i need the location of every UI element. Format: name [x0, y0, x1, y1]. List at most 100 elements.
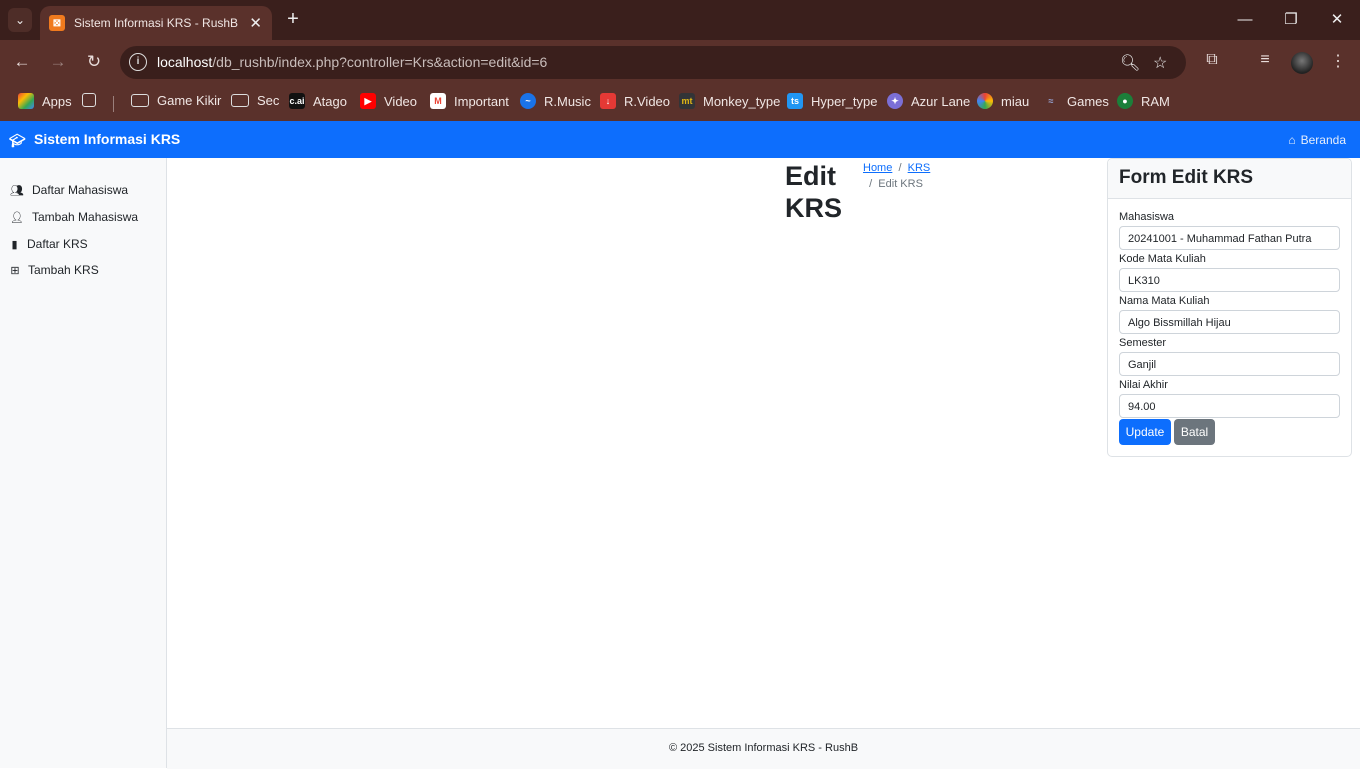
- plus-square-icon: ⊞: [10, 264, 20, 277]
- close-tab-icon[interactable]: ✕: [249, 14, 262, 32]
- site-info-icon[interactable]: i: [129, 53, 147, 71]
- bookmark-sec[interactable]: Sec: [231, 93, 279, 108]
- footer: © 2025 Sistem Informasi KRS - RushB: [167, 728, 1360, 769]
- nilai-akhir-input[interactable]: 94.00: [1119, 394, 1340, 418]
- bookmark-azur-lane[interactable]: ✦ Azur Lane: [887, 93, 970, 109]
- sidebar-item-label: Tambah Mahasiswa: [32, 210, 139, 224]
- main-content: Edit KRS Home / KRS / Edit KRS Form Edit…: [167, 158, 1360, 728]
- bookmark-label: Video: [384, 93, 418, 109]
- folder-icon: [131, 94, 149, 107]
- menu-kebab-icon[interactable]: ⋮: [1327, 51, 1349, 71]
- browser-tab[interactable]: ⊠ Sistem Informasi KRS - RushB ✕: [40, 6, 272, 40]
- url-host: localhost: [157, 54, 213, 70]
- sidebar-item-label: Daftar Mahasiswa: [32, 183, 129, 197]
- gmail-icon: M: [430, 93, 446, 109]
- bookmark-ram[interactable]: ● RAM: [1117, 93, 1170, 109]
- restore-icon[interactable]: ❐: [1279, 8, 1303, 32]
- bookmark-hyper-type[interactable]: ts Hyper_type: [787, 93, 877, 109]
- grid-icon: [82, 93, 96, 107]
- reload-icon[interactable]: ↻: [82, 50, 106, 74]
- breadcrumb-krs[interactable]: KRS: [908, 162, 931, 174]
- games-icon: ≈: [1048, 96, 1054, 106]
- app-brand[interactable]: 🎓︎ Sistem Informasi KRS: [9, 131, 181, 148]
- user-plus-icon: 👤︎: [10, 211, 24, 224]
- xampp-favicon-icon: ⊠: [49, 15, 65, 31]
- new-tab-button[interactable]: +: [282, 8, 304, 30]
- nama-mk-label: Nama Mata Kuliah: [1119, 295, 1210, 307]
- kode-mk-input[interactable]: LK310: [1119, 268, 1340, 292]
- bookmark-label: Games: [1067, 93, 1109, 109]
- bookmark-atago[interactable]: c.ai Atago: [289, 93, 347, 109]
- nama-mk-input[interactable]: Algo Bissmillah Hijau: [1119, 310, 1340, 334]
- bookmark-label: Game Kikir: [157, 93, 222, 108]
- users-icon: 👥︎: [10, 184, 24, 197]
- browser-toolbar: ← → ↻ i localhost/db_rushb/index.php?con…: [0, 40, 1360, 84]
- breadcrumb-separator: /: [863, 178, 876, 190]
- brand-text: Sistem Informasi KRS: [34, 131, 181, 147]
- music-icon: ~: [520, 93, 536, 109]
- apps-grid-icon: [18, 93, 34, 109]
- chevron-down-icon: ⌄: [14, 13, 26, 27]
- breadcrumb-separator: /: [895, 162, 905, 174]
- bookmark-label: Monkey_type: [703, 93, 781, 109]
- bookmark-separator: [113, 96, 114, 112]
- page-title: Edit KRS: [785, 161, 843, 223]
- chrome-icon: [977, 93, 993, 109]
- bookmark-label: Important: [454, 93, 509, 109]
- bookmark-monkey-type[interactable]: mt Monkey_type: [679, 93, 780, 109]
- browser-tab-bar: ⌄ ⊠ Sistem Informasi KRS - RushB ✕ + — ❐…: [0, 0, 1360, 40]
- bookmark-apps[interactable]: Apps: [18, 93, 72, 109]
- sidebar-item-tambah-mahasiswa[interactable]: 👤︎ Tambah Mahasiswa: [10, 210, 138, 224]
- bookmark-miau[interactable]: miau: [977, 93, 1029, 109]
- sidebar-item-daftar-krs[interactable]: ▮ Daftar KRS: [10, 237, 87, 251]
- bookmark-video[interactable]: ▶ Video: [360, 93, 417, 109]
- breadcrumb-home[interactable]: Home: [863, 162, 892, 174]
- download-icon: ↓: [600, 93, 616, 109]
- profile-avatar[interactable]: [1291, 52, 1313, 74]
- address-bar[interactable]: i localhost/db_rushb/index.php?controlle…: [120, 46, 1186, 79]
- nav-beranda-link[interactable]: ⌂ Beranda: [1288, 133, 1346, 147]
- extensions-icon[interactable]: ⧉: [1201, 51, 1223, 69]
- semester-label: Semester: [1119, 337, 1167, 349]
- mahasiswa-label: Mahasiswa: [1119, 211, 1175, 223]
- bookmark-tab-groups[interactable]: [82, 93, 96, 107]
- breadcrumb: Home / KRS / Edit KRS: [863, 160, 930, 192]
- app-navbar: 🎓︎ Sistem Informasi KRS ⌂ Beranda: [0, 121, 1360, 158]
- bookmark-game-kikir[interactable]: Game Kikir: [131, 93, 221, 108]
- back-arrow-icon[interactable]: ←: [10, 50, 34, 74]
- bookmark-label: Atago: [313, 93, 347, 109]
- file-icon: ▮: [11, 238, 18, 251]
- monkeytype-icon: mt: [679, 93, 695, 109]
- url-text: localhost/db_rushb/index.php?controller=…: [157, 54, 547, 70]
- url-path: /db_rushb/index.php?controller=Krs&actio…: [212, 54, 548, 70]
- bookmark-label: Sec: [257, 93, 280, 108]
- bookmark-label: R.Music: [544, 93, 591, 109]
- sidebar-item-daftar-mahasiswa[interactable]: 👥︎ Daftar Mahasiswa: [10, 183, 128, 197]
- bookmark-label: miau: [1001, 93, 1030, 109]
- sidebar: 👥︎ Daftar Mahasiswa 👤︎ Tambah Mahasiswa ▮ D…: [0, 158, 167, 768]
- minimize-icon[interactable]: —: [1233, 8, 1257, 32]
- youtube-icon: ▶: [360, 93, 376, 109]
- media-control-icon[interactable]: ≡: [1254, 51, 1276, 69]
- close-window-icon[interactable]: ✕: [1325, 8, 1349, 32]
- edit-krs-form-card: Form Edit KRS Mahasiswa 20241001 - Muham…: [1107, 158, 1352, 457]
- bookmark-label: R.Video: [624, 93, 671, 109]
- batal-button[interactable]: Batal: [1174, 419, 1215, 445]
- forward-arrow-icon[interactable]: →: [46, 50, 70, 74]
- mahasiswa-select[interactable]: 20241001 - Muhammad Fathan Putra: [1119, 226, 1340, 250]
- sidebar-item-tambah-krs[interactable]: ⊞ Tambah KRS: [10, 263, 98, 277]
- bookmark-star-icon[interactable]: ☆: [1153, 53, 1167, 73]
- bookmark-important[interactable]: M Important: [430, 93, 509, 109]
- bookmark-r-music[interactable]: ~ R.Music: [520, 93, 591, 109]
- semester-select[interactable]: Ganjil: [1119, 352, 1340, 376]
- zoom-icon[interactable]: 🔍︎: [1120, 53, 1140, 73]
- bookmark-label: RAM: [1141, 93, 1170, 109]
- character-ai-icon: c.ai: [289, 93, 305, 109]
- tab-search-button[interactable]: ⌄: [8, 8, 32, 32]
- breadcrumb-current: Edit KRS: [878, 178, 923, 190]
- bookmark-label: Hyper_type: [811, 93, 878, 109]
- bookmark-games[interactable]: ≈ Games: [1043, 93, 1109, 109]
- bookmark-r-video[interactable]: ↓ R.Video: [600, 93, 670, 109]
- update-button[interactable]: Update: [1119, 419, 1171, 445]
- bookmark-label: Apps: [42, 93, 72, 109]
